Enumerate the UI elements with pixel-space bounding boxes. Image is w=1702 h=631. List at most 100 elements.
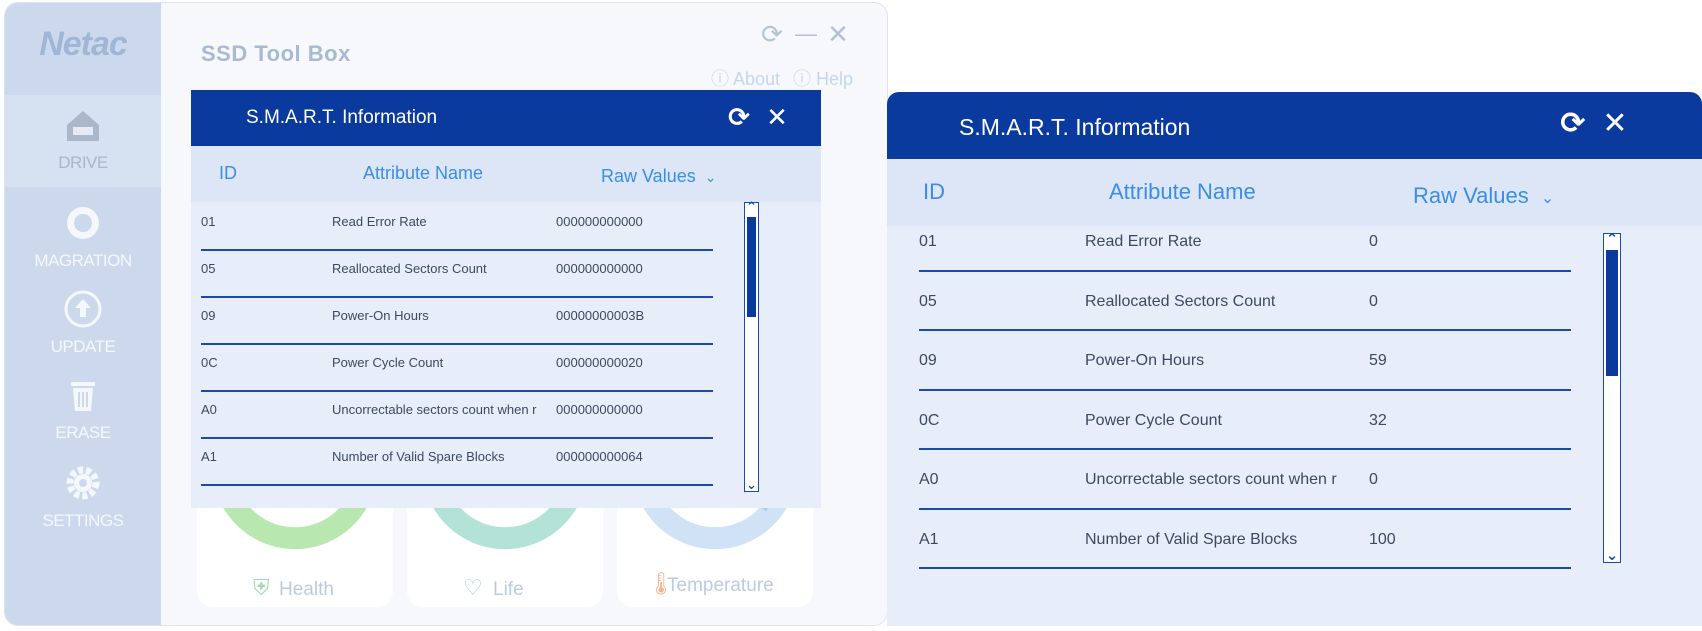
about-link[interactable]: ⓘ About [711,65,780,91]
temperature-label: Temperature [667,575,774,596]
cell-raw: 000000000064 [556,449,643,464]
cell-id: 05 [201,261,216,276]
nav-erase[interactable]: ERASE [5,365,161,457]
home-icon [67,111,99,141]
health-label: Health [279,579,334,600]
cell-name: Reallocated Sectors Count [332,261,487,276]
cell-id: A0 [201,402,217,417]
cell-name: Number of Valid Spare Blocks [1085,530,1298,548]
shield-icon: ⛨ [253,575,270,600]
cell-id: 09 [201,308,216,323]
close-icon-large[interactable]: ✕ [1599,106,1631,141]
column-attribute-name-large[interactable]: Attribute Name [1109,179,1256,205]
table-row[interactable]: 0C Power Cycle Count 000000000020 [191,345,713,392]
cell-raw: 100 [1369,530,1396,548]
column-attribute-name[interactable]: Attribute Name [363,163,483,184]
scroll-down-icon-large[interactable]: ⌄ [1604,546,1620,564]
nav-settings-label: SETTINGS [42,511,124,530]
table-row[interactable]: 0C Power Cycle Count 32 [887,391,1571,450]
cell-raw: 0 [1369,233,1378,250]
smart-dialog-large: S.M.A.R.T. Information ⟳ ✕ ID Attribute … [887,92,1702,626]
help-link[interactable]: ⓘ Help [793,65,853,91]
nav-drive[interactable]: DRIVE [5,95,161,187]
cell-id: A1 [919,530,939,548]
column-raw-values[interactable]: Raw Values ⌄ [601,166,716,187]
scroll-up-icon[interactable]: ⌃ [745,199,758,215]
chevron-down-icon: ⌄ [704,169,717,185]
nav-migration[interactable]: MAGRATION [5,193,161,285]
upload-icon [64,290,102,328]
cell-raw: 00000000003B [556,308,645,323]
row-separator [201,484,713,486]
refresh-icon-large[interactable]: ⟳ [1557,106,1589,141]
help-label: Help [816,69,854,89]
scroll-down-icon[interactable]: ⌄ [745,477,758,493]
table-row[interactable]: A1 Number of Valid Spare Blocks 100 [887,510,1571,569]
info-icon: ⓘ [711,69,729,89]
nav-migration-label: MAGRATION [34,251,132,270]
table-row[interactable]: A0 Uncorrectable sectors count when r 0 [887,450,1571,510]
table-row[interactable]: 01 Read Error Rate 0 [887,212,1571,272]
table-row[interactable]: A0 Uncorrectable sectors count when r 0000… [191,392,713,439]
table-row[interactable]: 05 Reallocated Sectors Count 000000000000 [191,251,713,298]
minimize-icon[interactable]: — [793,21,819,47]
cell-id: 01 [201,214,216,229]
close-icon[interactable]: ✕ [763,102,791,133]
cell-name: Read Error Rate [1085,233,1202,250]
table-row[interactable]: 01 Read Error Rate 000000000000 [191,204,713,251]
question-icon: ⓘ [793,69,811,89]
table-row[interactable]: 05 Reallocated Sectors Count 0 [887,272,1571,331]
cell-raw: 59 [1369,352,1387,369]
cell-raw: 000000000000 [556,402,643,417]
raw-values-label-large: Raw Values [1413,183,1529,208]
cell-raw: 32 [1369,411,1387,429]
table-row[interactable]: 09 Power-On Hours 59 [887,331,1571,391]
column-raw-values-large[interactable]: Raw Values ⌄ [1413,183,1554,209]
nav-drive-label: DRIVE [58,153,108,172]
dialog-header-large: S.M.A.R.T. Information ⟳ ✕ [887,92,1702,159]
table-header: ID Attribute Name Raw Values ⌄ [191,146,821,202]
cell-id: 01 [919,233,937,250]
cell-name: Uncorrectable sectors count when r [1085,471,1337,488]
cell-name: Power Cycle Count [1085,411,1222,429]
cell-id: A0 [919,471,939,488]
row-separator [919,567,1571,569]
app-title: SSD Tool Box [201,41,351,66]
cell-raw: 0 [1369,292,1378,310]
column-id[interactable]: ID [219,163,237,184]
scrollbar[interactable]: ⌃ ⌄ [744,199,759,493]
cell-name: Reallocated Sectors Count [1085,292,1276,310]
trash-icon [71,382,95,411]
sidebar: Netac DRIVE MAGRATION UPDATE ERASE SETTI… [5,3,161,625]
raw-values-label: Raw Values [601,166,696,186]
cell-name: Uncorrectable sectors count when r [332,402,537,417]
cell-raw: 000000000000 [556,261,643,276]
scrollbar-thumb-large[interactable] [1606,250,1618,376]
about-label: About [733,69,781,89]
cell-name: Power Cycle Count [332,355,444,370]
dialog-title-large: S.M.A.R.T. Information [959,114,1191,140]
refresh-window-icon[interactable]: ⟳ [759,21,785,47]
column-id-large[interactable]: ID [923,179,945,205]
cell-id: 0C [919,411,940,429]
smart-dialog-small: S.M.A.R.T. Information ⟳ ✕ ID Attribute … [191,90,821,508]
cell-id: 0C [201,355,218,370]
scrollbar-thumb[interactable] [747,217,756,317]
close-window-icon[interactable]: ✕ [825,21,851,47]
netac-logo: Netac [39,25,128,63]
nav-update[interactable]: UPDATE [5,279,161,371]
scroll-up-icon-large[interactable]: ⌃ [1604,230,1620,248]
life-label: Life [493,579,524,600]
nav-update-label: UPDATE [50,337,116,356]
table-row[interactable]: 09 Power-On Hours 00000000003B [191,298,713,345]
gear-icon [66,466,100,500]
scrollbar-large[interactable]: ⌃ ⌄ [1603,230,1621,564]
migration-icon [67,207,99,239]
table-row[interactable]: A1 Number of Valid Spare Blocks 0000000000… [191,439,713,486]
dialog-title: S.M.A.R.T. Information [246,107,438,128]
chevron-down-icon-large: ⌄ [1540,190,1555,207]
cell-name: Power-On Hours [1085,352,1205,369]
refresh-icon[interactable]: ⟳ [725,102,753,133]
cell-id: 05 [919,292,937,310]
nav-settings[interactable]: SETTINGS [5,453,161,545]
